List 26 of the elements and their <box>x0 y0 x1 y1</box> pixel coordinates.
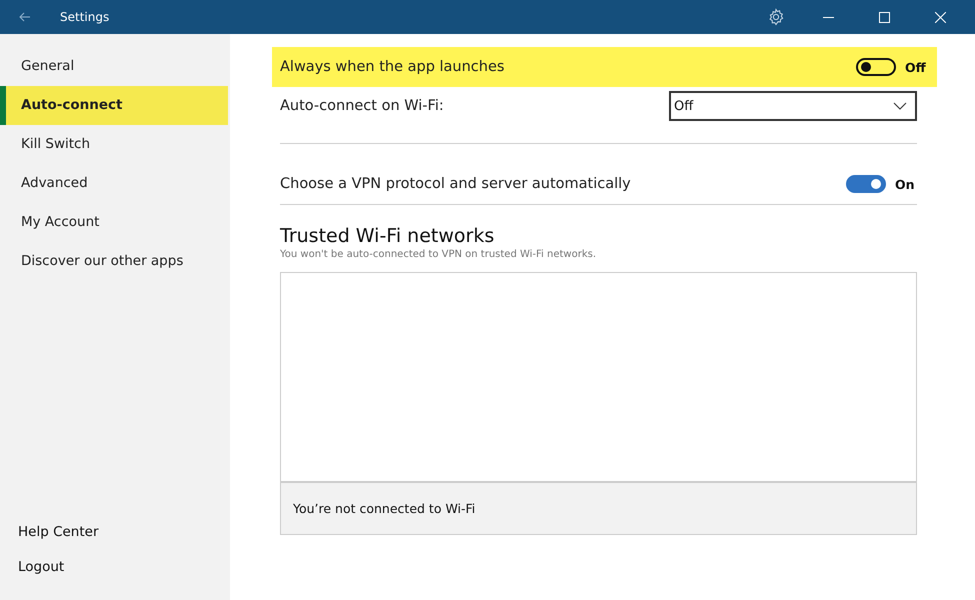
setting-label: Choose a VPN protocol and server automatically <box>280 176 632 192</box>
sidebar-item[interactable]: Auto-connect <box>0 86 228 125</box>
sidebar-item[interactable]: My Account <box>0 203 228 242</box>
maximize-icon[interactable] <box>879 12 890 22</box>
window-title: Settings <box>60 10 110 24</box>
dropdown[interactable]: Off <box>669 91 917 121</box>
back-arrow-icon[interactable] <box>19 12 31 22</box>
sidebar-item[interactable]: General <box>0 47 228 86</box>
settings-icon[interactable] <box>767 8 785 26</box>
toggle-switch[interactable] <box>856 58 896 76</box>
setting-label: Always when the app launches <box>280 59 506 75</box>
setting-label: Auto-connect on Wi-Fi: <box>280 98 445 114</box>
sidebar-item[interactable]: Discover our other apps <box>0 242 228 281</box>
sidebar-link[interactable]: Logout <box>0 550 230 585</box>
status-text: You’re not connected to Wi-Fi <box>293 501 476 516</box>
toggle-state: On <box>895 176 916 192</box>
section-title: Trusted Wi-Fi networks <box>280 225 496 247</box>
close-icon[interactable] <box>935 12 946 22</box>
sidebar-item[interactable]: Kill Switch <box>0 125 228 164</box>
toggle-switch[interactable] <box>846 175 886 193</box>
chevron-down-icon <box>893 102 907 110</box>
sidebar-item[interactable]: Advanced <box>0 164 228 203</box>
sidebar-link[interactable]: Help Center <box>0 515 230 550</box>
minimize-icon[interactable] <box>823 16 834 18</box>
toggle-state: Off <box>905 60 927 74</box>
section-subtitle: You won't be auto-connected to VPN on trusted Wi-Fi networks. <box>280 249 598 260</box>
